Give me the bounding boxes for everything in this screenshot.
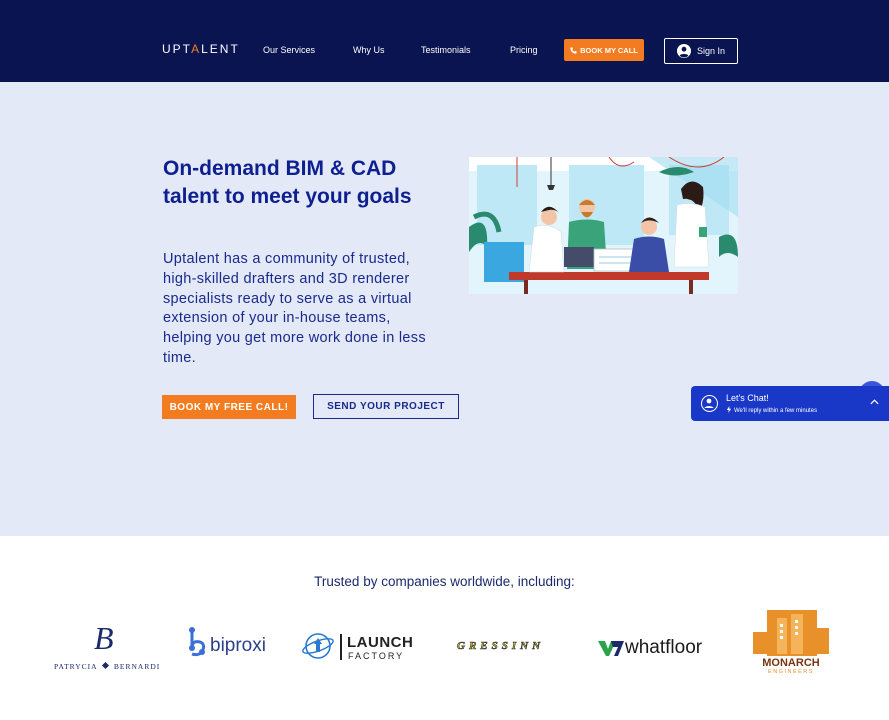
team-illustration: [469, 157, 738, 294]
patrycia-name: PATRYCIA: [54, 662, 98, 671]
nav-why-us[interactable]: Why Us: [353, 45, 385, 55]
launch-wordmark: LAUNCH: [347, 634, 414, 651]
gressinn-logo: GRESSINN: [457, 640, 567, 654]
lightning-icon: [726, 406, 732, 413]
book-free-call-button[interactable]: BOOK MY FREE CALL!: [162, 395, 296, 419]
hero-title: On-demand BIM & CAD talent to meet your …: [163, 157, 412, 208]
nav-testimonials[interactable]: Testimonials: [421, 45, 471, 55]
nav-our-services[interactable]: Our Services: [263, 45, 315, 55]
chat-subtitle-text: We'll reply within a few minutes: [734, 408, 818, 414]
biproxi-mark-icon: [189, 627, 206, 657]
rocket-globe-icon: [302, 633, 334, 659]
whatfloor-wordmark: whatfloor: [625, 637, 703, 658]
book-my-call-button[interactable]: BOOK MY CALL: [564, 39, 644, 61]
hero-section: [0, 82, 889, 536]
chat-subtitle: We'll reply within a few minutes: [726, 406, 817, 414]
uptalent-logo[interactable]: UPTALENT: [162, 42, 240, 56]
monarch-engineers-logo: MONARCH ENGINEERS: [751, 610, 831, 678]
diamond-icon: [101, 661, 110, 670]
monarch-wordmark: MONARCH: [762, 657, 820, 669]
send-project-button[interactable]: SEND YOUR PROJECT: [313, 394, 459, 419]
nav-pricing[interactable]: Pricing: [510, 45, 538, 55]
site-header: UPTALENT Our Services Why Us Testimonial…: [0, 0, 889, 82]
user-avatar-icon: [676, 44, 691, 58]
gressinn-wordmark: GRESSINN: [457, 640, 545, 653]
sign-in-button[interactable]: Sign In: [664, 38, 738, 64]
logo-text-prefix: UPT: [162, 42, 192, 56]
hero-description: Uptalent has a community of trusted, hig…: [163, 251, 426, 366]
engineers-wordmark: ENGINEERS: [768, 669, 814, 675]
whatfloor-logo: whatfloor: [598, 636, 723, 662]
patrycia-bernardi-logo: B PATRYCIA BERNARDI: [52, 620, 162, 674]
chevron-up-icon[interactable]: [870, 397, 879, 408]
biproxi-wordmark: biproxi: [210, 635, 266, 656]
sign-in-label: Sign In: [696, 46, 726, 56]
logo-text-suffix: LENT: [201, 42, 240, 56]
chat-widget[interactable]: Let's Chat! We'll reply within a few min…: [691, 386, 889, 421]
factory-wordmark: FACTORY: [348, 651, 405, 661]
launch-factory-logo: LAUNCH FACTORY: [302, 630, 422, 664]
biproxi-logo: biproxi: [188, 626, 273, 660]
monarch-building-icon: [753, 610, 829, 656]
whatfloor-mark-icon: [598, 641, 624, 656]
phone-icon: [570, 46, 577, 54]
trusted-by-heading: Trusted by companies worldwide, includin…: [314, 574, 575, 589]
chat-title: Let's Chat!: [726, 393, 769, 403]
patrycia-surname: BERNARDI: [113, 662, 161, 671]
chat-avatar-icon: [701, 395, 718, 412]
patrycia-monogram: B: [94, 620, 114, 656]
book-my-call-label: BOOK MY CALL: [580, 45, 638, 55]
logo-caret: A: [191, 42, 202, 56]
